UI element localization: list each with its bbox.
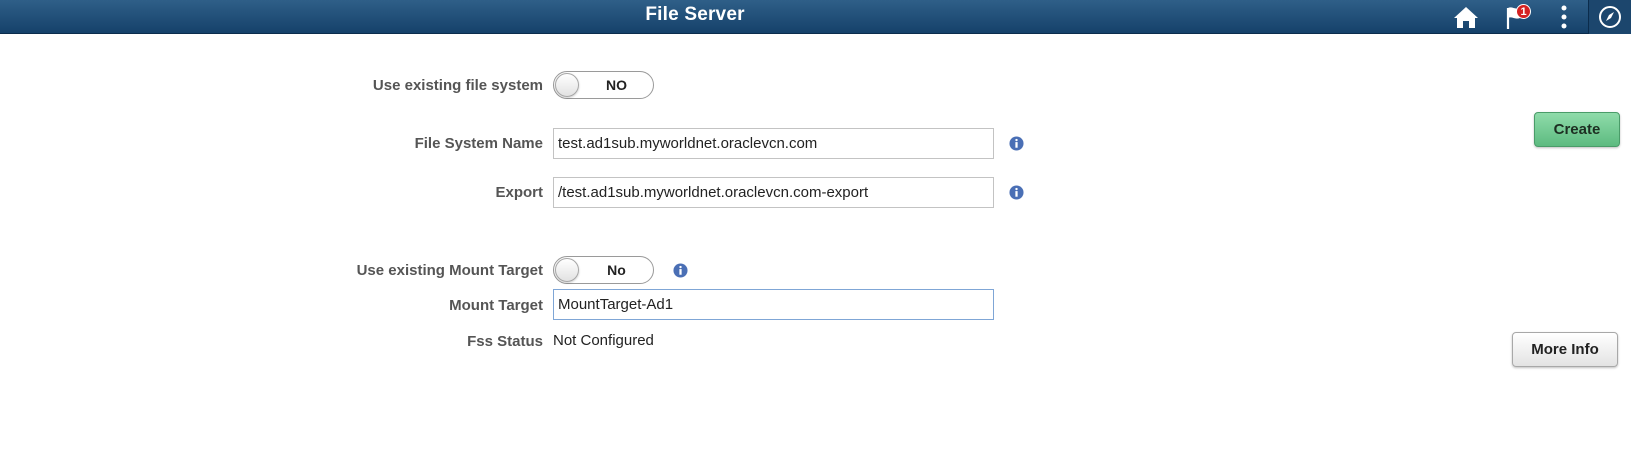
fss-status-value: Not Configured <box>553 332 654 349</box>
use-existing-fs-label: Use existing file system <box>372 77 543 94</box>
info-icon[interactable] <box>1009 136 1024 151</box>
page-title: File Server <box>645 4 745 25</box>
notification-count-badge: 1 <box>1516 4 1531 19</box>
more-info-button[interactable]: More Info <box>1512 332 1618 367</box>
toggle-value: No <box>607 262 626 278</box>
toggle-knob <box>555 73 579 97</box>
actions-menu-icon <box>1561 5 1567 29</box>
fs-name-label: File System Name <box>414 135 543 152</box>
info-icon[interactable] <box>1009 185 1024 200</box>
actions-menu-button[interactable] <box>1549 3 1579 31</box>
navbar-compass-icon <box>1599 6 1621 28</box>
navbar-button[interactable] <box>1588 0 1631 34</box>
home-icon <box>1454 7 1478 28</box>
fss-status-label: Fss Status <box>467 333 543 350</box>
use-existing-fs-toggle[interactable]: NO <box>553 71 654 99</box>
toggle-knob <box>555 258 579 282</box>
notifications-button[interactable]: 1 <box>1500 3 1531 31</box>
mount-target-field[interactable] <box>553 289 994 320</box>
app-header: File Server 1 <box>0 0 1631 34</box>
info-icon[interactable] <box>673 263 688 278</box>
use-existing-mt-label: Use existing Mount Target <box>356 262 543 279</box>
create-button[interactable]: Create <box>1534 112 1620 147</box>
toggle-value: NO <box>606 77 627 93</box>
home-button[interactable] <box>1451 3 1481 31</box>
mount-target-label: Mount Target <box>449 297 543 314</box>
use-existing-mt-toggle[interactable]: No <box>553 256 654 284</box>
export-field[interactable] <box>553 177 994 208</box>
export-label: Export <box>495 184 543 201</box>
fs-name-field[interactable] <box>553 128 994 159</box>
